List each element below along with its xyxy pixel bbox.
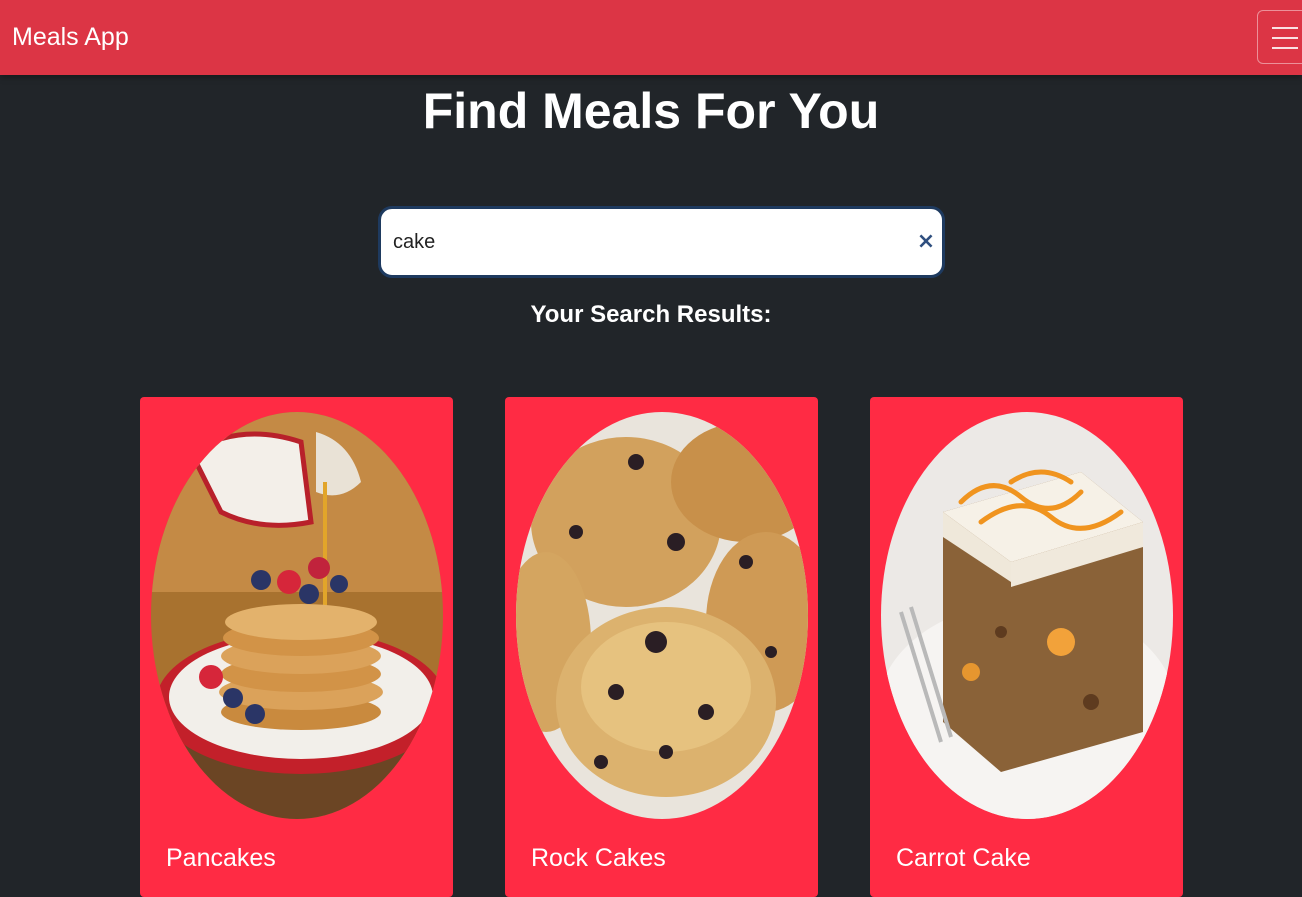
menu-bar [1272, 37, 1298, 39]
page-title: Find Meals For You [422, 83, 880, 139]
pancakes-image [151, 412, 443, 819]
clear-search-icon[interactable]: × [914, 230, 938, 254]
navbar-brand[interactable]: Meals App [12, 20, 129, 54]
search-box: × [378, 206, 945, 278]
meal-title[interactable]: Rock Cakes [531, 843, 666, 873]
meal-title[interactable]: Carrot Cake [896, 843, 1031, 873]
search-input[interactable] [393, 209, 893, 275]
meal-title[interactable]: Pancakes [166, 843, 276, 873]
rock-cakes-image [516, 412, 808, 819]
rock-cakes-photo[interactable] [516, 412, 808, 819]
hamburger-menu-icon[interactable] [1257, 10, 1302, 64]
results-label: Your Search Results: [530, 301, 772, 328]
menu-bar [1272, 47, 1298, 49]
menu-bar [1272, 27, 1298, 29]
meal-card-carrot-cake[interactable]: Carrot Cake [870, 397, 1183, 897]
carrot-cake-photo[interactable] [881, 412, 1173, 819]
carrot-cake-image [881, 412, 1173, 819]
pancakes-photo[interactable] [151, 412, 443, 819]
meal-card-pancakes[interactable]: Pancakes [140, 397, 453, 897]
navbar: Meals App [0, 0, 1302, 75]
meal-card-rock-cakes[interactable]: Rock Cakes [505, 397, 818, 897]
